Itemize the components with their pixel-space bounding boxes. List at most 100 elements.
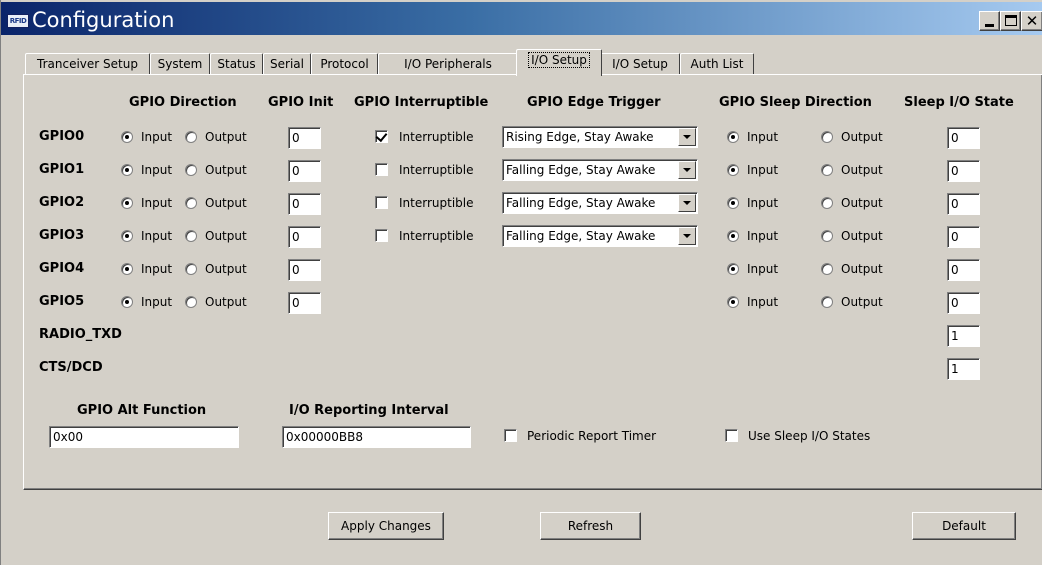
tab-status[interactable]: Status (210, 53, 263, 75)
gpio-init-field[interactable]: 0 (288, 259, 321, 281)
direction-input-label: Input (141, 229, 173, 243)
chevron-down-icon[interactable] (678, 128, 696, 146)
sleep-state-field[interactable]: 0 (947, 160, 980, 182)
direction-output-radio[interactable] (185, 131, 197, 143)
use-sleep-io-states-checkbox[interactable] (725, 429, 738, 442)
alt-function-field[interactable]: 0x00 (49, 426, 239, 448)
sleep-input-label: Input (747, 229, 779, 243)
tab-io-setup-active[interactable]: I/O Setup (516, 49, 602, 76)
direction-input-radio[interactable] (121, 197, 133, 209)
tab-io-peripherals[interactable]: I/O Peripherals (378, 53, 518, 75)
direction-input-label: Input (141, 163, 173, 177)
sleep-state-field[interactable]: 0 (947, 193, 980, 215)
app-icon: RFID (7, 14, 29, 28)
sleep-output-radio[interactable] (821, 197, 833, 209)
edge-trigger-select[interactable]: Falling Edge, Stay Awake (502, 159, 698, 181)
tab-auth-list[interactable]: Auth List (680, 53, 754, 75)
minimize-icon (985, 24, 994, 27)
sleep-state-field[interactable]: 0 (947, 127, 980, 149)
sleep-input-radio[interactable] (727, 131, 739, 143)
sleep-state-field[interactable]: 0 (947, 226, 980, 248)
refresh-button[interactable]: Refresh (540, 512, 641, 540)
gpio-init-field[interactable]: 0 (288, 193, 321, 215)
tab-tranceiver-setup[interactable]: Tranceiver Setup (25, 53, 150, 75)
direction-input-radio[interactable] (121, 230, 133, 242)
configuration-window: RFID Configuration ✕ Tranceiver Setup Sy… (0, 0, 1042, 565)
sleep-output-radio[interactable] (821, 164, 833, 176)
direction-output-label: Output (205, 295, 247, 309)
pin-row-label: CTS/DCD (39, 360, 103, 375)
close-button[interactable]: ✕ (1021, 11, 1042, 31)
sleep-input-radio[interactable] (727, 197, 739, 209)
sleep-output-radio[interactable] (821, 263, 833, 275)
tab-system[interactable]: System (150, 53, 210, 75)
edge-trigger-select[interactable]: Falling Edge, Stay Awake (502, 192, 698, 214)
direction-output-radio[interactable] (185, 230, 197, 242)
gpio-init-field[interactable]: 0 (288, 160, 321, 182)
sleep-state-field[interactable]: 0 (947, 259, 980, 281)
periodic-report-timer-label: Periodic Report Timer (527, 429, 657, 443)
direction-output-radio[interactable] (185, 296, 197, 308)
sleep-input-radio[interactable] (727, 230, 739, 242)
chevron-down-icon[interactable] (678, 161, 696, 179)
maximize-button[interactable] (1000, 11, 1021, 31)
direction-output-label: Output (205, 163, 247, 177)
direction-input-radio[interactable] (121, 263, 133, 275)
interruptible-label: Interruptible (399, 229, 474, 243)
interruptible-checkbox[interactable] (375, 229, 388, 242)
interruptible-checkbox[interactable] (375, 196, 388, 209)
gpio-row-label: GPIO0 (39, 129, 85, 144)
edge-trigger-value: Falling Edge, Stay Awake (506, 229, 656, 243)
header-gpio-interruptible: GPIO Interruptible (354, 95, 489, 110)
sleep-output-radio[interactable] (821, 230, 833, 242)
minimize-button[interactable] (979, 11, 1000, 31)
apply-changes-button[interactable]: Apply Changes (328, 512, 444, 540)
gpio-row-label: GPIO3 (39, 228, 85, 243)
reporting-interval-field[interactable]: 0x00000BB8 (282, 426, 471, 448)
sleep-input-label: Input (747, 196, 779, 210)
sleep-output-radio[interactable] (821, 131, 833, 143)
edge-trigger-select[interactable]: Falling Edge, Stay Awake (502, 225, 698, 247)
chevron-down-icon[interactable] (678, 227, 696, 245)
title-bar[interactable]: RFID Configuration ✕ (1, 2, 1042, 35)
sleep-input-label: Input (747, 163, 779, 177)
chevron-down-icon[interactable] (678, 194, 696, 212)
edge-trigger-value: Falling Edge, Stay Awake (506, 163, 656, 177)
periodic-report-timer-checkbox[interactable] (504, 429, 517, 442)
direction-input-radio[interactable] (121, 131, 133, 143)
sleep-state-field[interactable]: 0 (947, 292, 980, 314)
edge-trigger-select[interactable]: Rising Edge, Stay Awake (502, 126, 698, 148)
direction-input-radio[interactable] (121, 296, 133, 308)
header-sleep-io-state: Sleep I/O State (904, 95, 1014, 110)
tab-io-setup[interactable]: I/O Setup (600, 53, 680, 75)
default-button[interactable]: Default (912, 512, 1016, 540)
sleep-input-radio[interactable] (727, 263, 739, 275)
interruptible-checkbox[interactable] (375, 130, 388, 143)
edge-trigger-value: Rising Edge, Stay Awake (506, 130, 654, 144)
direction-output-radio[interactable] (185, 197, 197, 209)
sleep-input-radio[interactable] (727, 296, 739, 308)
tab-protocol[interactable]: Protocol (311, 53, 378, 75)
direction-output-radio[interactable] (185, 164, 197, 176)
tab-serial[interactable]: Serial (263, 53, 311, 75)
sleep-input-label: Input (747, 295, 779, 309)
direction-output-radio[interactable] (185, 263, 197, 275)
interruptible-checkbox[interactable] (375, 163, 388, 176)
interruptible-label: Interruptible (399, 130, 474, 144)
sleep-output-label: Output (841, 196, 883, 210)
direction-output-label: Output (205, 229, 247, 243)
gpio-init-field[interactable]: 0 (288, 292, 321, 314)
gpio-init-field[interactable]: 0 (288, 226, 321, 248)
sleep-state-field[interactable]: 1 (947, 325, 980, 347)
gpio-init-field[interactable]: 0 (288, 127, 321, 149)
sleep-input-label: Input (747, 262, 779, 276)
direction-input-radio[interactable] (121, 164, 133, 176)
direction-input-label: Input (141, 196, 173, 210)
sleep-output-label: Output (841, 229, 883, 243)
window-title: Configuration (32, 8, 175, 32)
gpio-row-label: GPIO2 (39, 195, 85, 210)
sleep-state-field[interactable]: 1 (947, 358, 980, 380)
sleep-input-radio[interactable] (727, 164, 739, 176)
sleep-output-radio[interactable] (821, 296, 833, 308)
header-gpio-direction: GPIO Direction (129, 95, 237, 110)
